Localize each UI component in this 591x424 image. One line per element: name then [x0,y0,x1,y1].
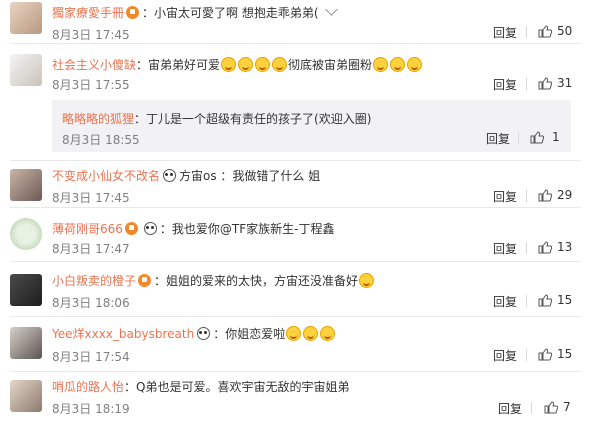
reply-button[interactable]: 回复 [493,24,517,41]
laughing-emoji-icon [390,57,406,72]
laughing-emoji-icon [303,326,319,341]
laughing-emoji-icon [238,57,254,72]
like-count: 31 [557,76,573,90]
comment-item: 社会主义小傻缺：宙弟弟好可爱 彻底被宙弟圈粉 8月3日 17:55 回复 31 略… [0,44,591,160]
chevron-down-icon[interactable] [324,3,338,16]
panda-emoji-icon [143,222,157,235]
comment-time: 8月3日 17:55 [52,78,130,92]
divider [526,242,527,254]
avatar[interactable] [10,274,42,306]
thumbs-up-icon[interactable] [538,241,552,254]
comment-text-line: 社会主义小傻缺：宙弟弟好可爱 彻底被宙弟圈粉 [52,56,423,73]
thumbs-up-icon[interactable] [530,131,544,144]
comment-text-line: Yee烊xxxx_babysbreath ：你姐恋爱啦 [52,325,336,342]
laughing-emoji-icon [272,57,288,72]
reply-button[interactable]: 回复 [493,240,517,257]
reply-button[interactable]: 回复 [486,130,510,147]
avatar[interactable] [10,2,42,34]
username-link[interactable]: 哨瓜的路人怡 [52,380,124,394]
comment-text: 方宙os ：我做错了什么 姐 [179,169,321,183]
username-link[interactable]: 薄荷刚哥666 [52,222,123,236]
comment-text-line: 獨家療愛手冊 ：小宙太可愛了啊 想抱走乖弟弟( [52,3,338,21]
sub-comment-time: 8月3日 18:55 [62,133,140,147]
comment-item: 薄荷刚哥666 ：我也爱你@TF家族新生-丁程鑫 8月3日 17:47 回复 13 [0,208,591,258]
thumbs-up-icon[interactable] [538,189,552,202]
comment-item: 小白叛卖的橙子 ：姐姐的爱来的太快，方宙还没准备好 8月3日 18:06 回复 1… [0,262,591,316]
like-count: 50 [557,24,573,38]
laughing-emoji-icon [255,57,271,72]
comment-text-line: 小白叛卖的橙子 ：姐姐的爱来的太快，方宙还没准备好 [52,272,375,289]
comment-text-line: 不变成小仙女不改名 方宙os ：我做错了什么 姐 [52,167,320,184]
like-count: 1 [552,130,560,144]
comment-item: 不变成小仙女不改名 方宙os ：我做错了什么 姐 8月3日 17:45 回复 29 [0,161,591,207]
thumbs-up-icon[interactable] [538,25,552,38]
comment-item: Yee烊xxxx_babysbreath ：你姐恋爱啦 8月3日 17:54 回复… [0,317,591,371]
comment-time: 8月3日 18:06 [52,296,130,310]
username-link[interactable]: 社会主义小傻缺 [52,58,136,72]
divider [531,402,532,414]
laughing-emoji-icon [221,57,237,72]
username-link[interactable]: 小白叛卖的橙子 [52,274,136,288]
reply-button[interactable]: 回复 [493,293,517,310]
comment-text: ：我也爱你@TF家族新生-丁程鑫 [159,222,335,236]
comment-text-line: 薄荷刚哥666 ：我也爱你@TF家族新生-丁程鑫 [52,220,334,237]
divider [526,295,527,307]
avatar[interactable] [10,218,42,250]
laughing-emoji-icon [373,57,389,72]
laughing-emoji-icon [359,273,375,288]
avatar[interactable] [10,54,42,86]
thumbs-up-icon[interactable] [538,348,552,361]
thumbs-up-icon[interactable] [538,77,552,90]
comment-text-line: 哨瓜的路人怡：Q弟也是可爱。喜欢宇宙无敌的宇宙姐弟 [52,378,349,395]
comment-text: ：你姐恋爱啦 [213,327,286,341]
laughing-emoji-icon [320,326,336,341]
panda-emoji-icon [197,327,211,340]
thumbs-up-icon[interactable] [538,294,552,307]
vip-badge-icon [124,222,138,235]
thumbs-up-icon[interactable] [544,401,558,414]
reply-button[interactable]: 回复 [493,347,517,364]
like-count: 13 [557,240,573,254]
reply-button[interactable]: 回复 [493,76,517,93]
username-link[interactable]: Yee烊xxxx_babysbreath [52,327,194,341]
comment-time: 8月3日 18:19 [52,402,130,416]
comment-text: ：Q弟也是可爱。喜欢宇宙无敌的宇宙姐弟 [124,380,350,394]
divider [526,78,527,90]
divider [526,190,527,202]
comment-time: 8月3日 17:47 [52,242,130,256]
comment-time: 8月3日 17:45 [52,191,130,205]
comment-text: ：宙弟弟好可爱 [136,58,221,72]
comment-time: 8月3日 17:54 [52,350,130,364]
divider [518,132,519,144]
like-count: 15 [557,293,573,307]
vip-badge-icon [126,6,140,19]
comment-item: 哨瓜的路人怡：Q弟也是可爱。喜欢宇宙无敌的宇宙姐弟 8月3日 18:19 回复 … [0,372,591,424]
reply-thread: 略略略的狐狸：丁儿是一个超级有责任的孩子了(欢迎入圈) 8月3日 18:55 回… [52,100,571,152]
comment-list: 獨家療愛手冊 ：小宙太可愛了啊 想抱走乖弟弟( 8月3日 17:45 回复 50 … [0,0,591,424]
laughing-emoji-icon [407,57,423,72]
reply-button[interactable]: 回复 [493,188,517,205]
like-count: 7 [563,400,571,414]
divider [526,349,527,361]
panda-emoji-icon [163,169,177,182]
username-link[interactable]: 獨家療愛手冊 [52,6,124,20]
vip-badge-icon [138,274,152,287]
comment-time: 8月3日 17:45 [52,28,130,42]
like-count: 15 [557,347,573,361]
comment-item: 獨家療愛手冊 ：小宙太可愛了啊 想抱走乖弟弟( 8月3日 17:45 回复 50 [0,0,591,42]
comment-text: ：小宙太可愛了啊 想抱走乖弟弟( [142,6,319,20]
username-link[interactable]: 不变成小仙女不改名 [52,169,160,183]
comment-text: ：姐姐的爱来的太快，方宙还没准备好 [154,274,359,288]
avatar[interactable] [10,327,42,359]
avatar[interactable] [10,169,42,201]
reply-button[interactable]: 回复 [498,400,522,417]
comment-text-2: 彻底被宙弟圈粉 [288,58,373,72]
username-link[interactable]: 略略略的狐狸 [62,112,134,126]
like-count: 29 [557,188,573,202]
laughing-emoji-icon [286,326,302,341]
avatar[interactable] [10,380,42,412]
divider [526,26,527,38]
sub-comment-text: ：丁儿是一个超级有责任的孩子了(欢迎入圈) [134,112,372,126]
sub-comment-line: 略略略的狐狸：丁儿是一个超级有责任的孩子了(欢迎入圈) [62,110,371,127]
